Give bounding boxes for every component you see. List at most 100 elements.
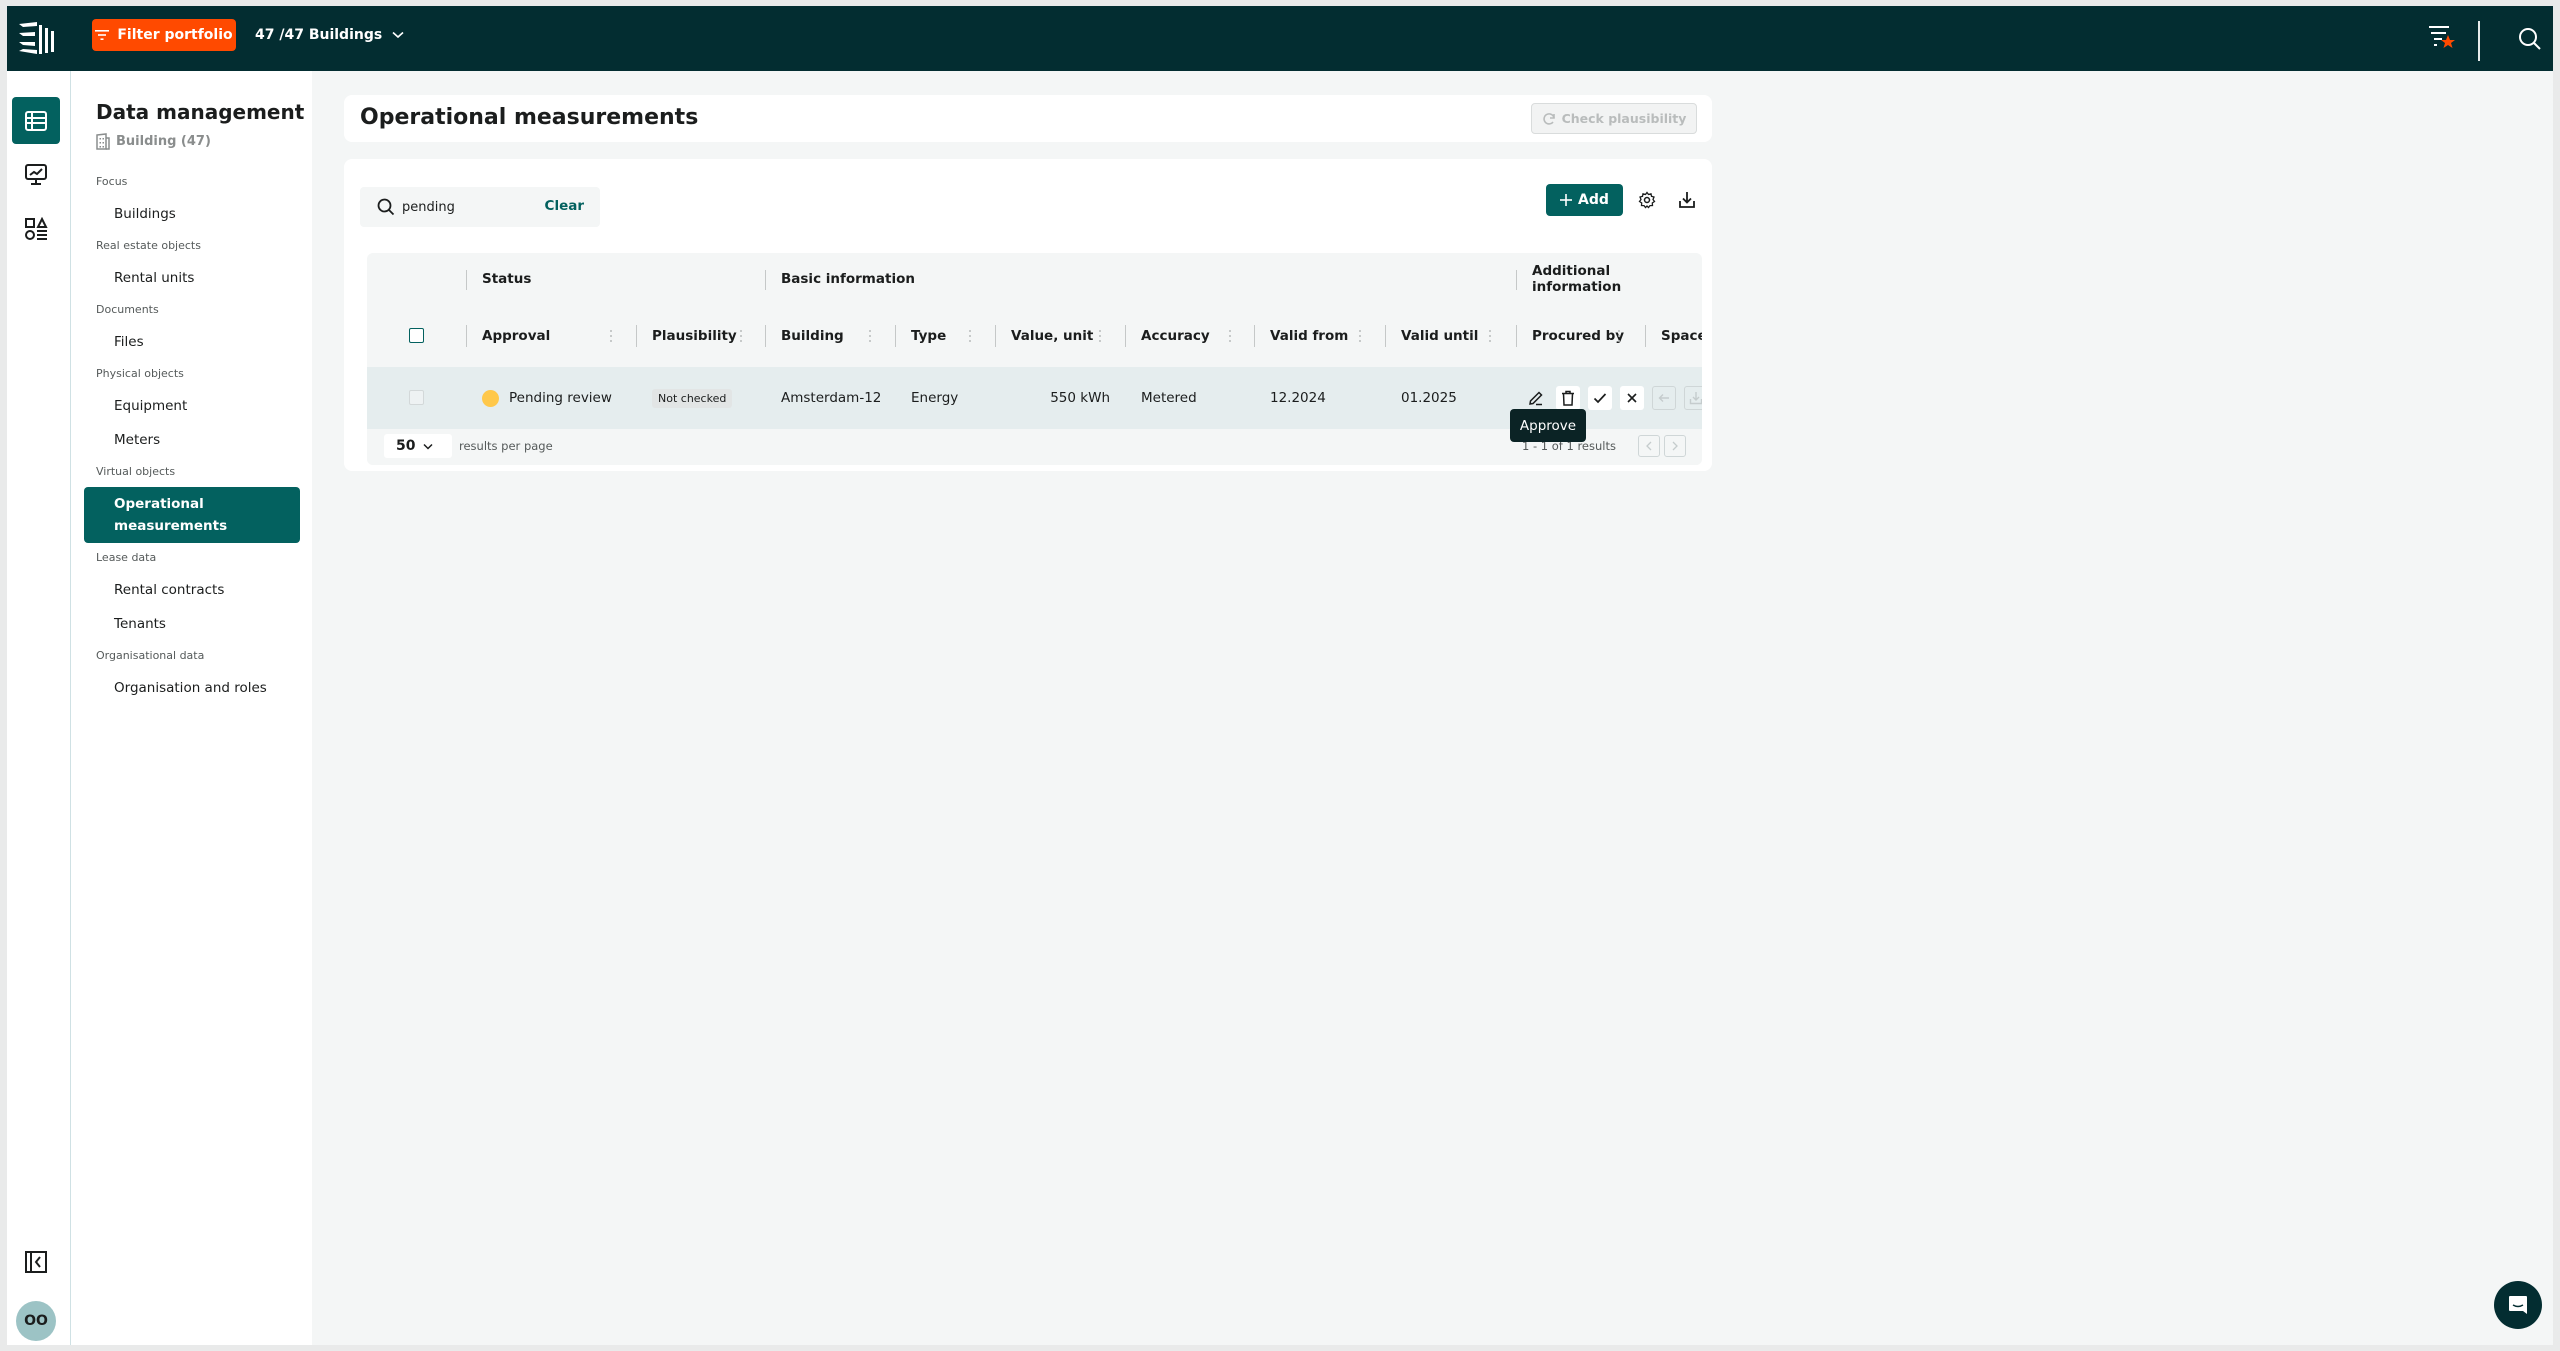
nav-item-files[interactable]: Files <box>84 331 300 353</box>
edit-icon <box>1529 391 1543 406</box>
chat-launcher-button[interactable] <box>2494 1281 2542 1329</box>
search-box: Clear <box>360 187 600 227</box>
rail-dashboard-button[interactable] <box>12 151 60 198</box>
building-count-label: Building (47) <box>116 134 211 149</box>
left-rail: OO <box>7 71 71 1345</box>
user-avatar[interactable]: OO <box>16 1301 56 1341</box>
column-menu-icon[interactable] <box>1488 330 1492 342</box>
search-input[interactable] <box>402 195 522 219</box>
chevron-down-icon <box>392 31 404 39</box>
filter-portfolio-button[interactable]: Filter portfolio <box>92 19 236 51</box>
table-row[interactable]: Pending review Not checked Amsterdam-12 … <box>367 367 1702 429</box>
filter-portfolio-label: Filter portfolio <box>117 27 233 43</box>
nav-group-physical-objects: Physical objects <box>96 367 184 380</box>
buildings-selector[interactable]: 47 /47 Buildings <box>255 19 404 51</box>
building-icon <box>96 133 110 150</box>
nav-group-focus: Focus <box>96 175 128 188</box>
pending-status-dot <box>482 389 499 407</box>
nav-group-real-estate-objects: Real estate objects <box>96 239 201 252</box>
row-checkbox[interactable] <box>409 390 424 405</box>
column-menu-icon[interactable] <box>1228 330 1232 342</box>
saved-filter-icon[interactable] <box>2427 22 2457 50</box>
approve-tooltip: Approve <box>1510 409 1586 442</box>
reject-icon <box>1627 393 1637 403</box>
rail-objects-button[interactable] <box>12 205 60 252</box>
column-header-valid-from[interactable]: Valid from <box>1255 305 1348 367</box>
cell-approval: Pending review <box>482 367 612 429</box>
search-icon[interactable] <box>2517 26 2543 52</box>
column-menu-icon[interactable] <box>1358 330 1362 342</box>
measurements-table: Status Basic information Additional info… <box>367 253 1702 465</box>
export-button[interactable] <box>1675 188 1699 212</box>
add-button[interactable]: Add <box>1546 184 1623 216</box>
next-page-button[interactable] <box>1664 435 1686 457</box>
nav-item-rental-contracts[interactable]: Rental contracts <box>84 579 300 601</box>
column-menu-icon[interactable] <box>609 330 613 342</box>
column-header-plausibility[interactable]: Plausibility <box>637 305 737 367</box>
table-settings-button[interactable] <box>1635 188 1659 212</box>
reject-button[interactable] <box>1620 386 1644 410</box>
company-logo-icon[interactable] <box>17 20 57 56</box>
results-per-page-label: results per page <box>459 439 553 453</box>
group-header-additional-information: Additional information <box>1532 263 1622 295</box>
plausibility-badge: Not checked <box>652 388 733 408</box>
delete-button[interactable] <box>1556 386 1580 410</box>
column-header-approval[interactable]: Approval <box>467 305 550 367</box>
approval-status: Pending review <box>509 390 612 406</box>
chat-icon <box>2509 1296 2527 1314</box>
select-all-checkbox[interactable] <box>409 328 424 343</box>
nav-item-buildings[interactable]: Buildings <box>84 203 300 225</box>
header-divider <box>2478 21 2480 61</box>
previous-page-button[interactable] <box>1638 435 1660 457</box>
nav-item-organisation-and-roles[interactable]: Organisation and roles <box>84 677 300 699</box>
nav-group-organisational-data: Organisational data <box>96 649 205 662</box>
refresh-icon <box>1542 112 1555 125</box>
column-header-value-unit[interactable]: Value, unit <box>996 305 1093 367</box>
search-icon <box>377 198 395 216</box>
column-header-valid-until[interactable]: Valid until <box>1386 305 1478 367</box>
row-download-button[interactable] <box>1684 386 1702 410</box>
sidebar-collapse-icon[interactable] <box>25 1251 47 1273</box>
secondary-nav: Data management Building (47) Focus Buil… <box>71 71 312 1345</box>
rail-data-management-button[interactable] <box>12 97 60 144</box>
clear-search-button[interactable]: Clear <box>545 198 584 214</box>
back-arrow-icon <box>1658 394 1669 402</box>
nav-item-meters[interactable]: Meters <box>84 429 300 451</box>
column-menu-icon[interactable] <box>739 330 743 342</box>
column-header-space[interactable]: Space <box>1646 305 1702 367</box>
nav-group-virtual-objects: Virtual objects <box>96 465 176 478</box>
edit-button[interactable] <box>1524 386 1548 410</box>
download-icon <box>1689 392 1702 405</box>
column-menu-icon[interactable] <box>968 330 972 342</box>
column-header-building[interactable]: Building <box>766 305 844 367</box>
plus-icon <box>1560 194 1573 206</box>
approve-icon <box>1593 393 1607 404</box>
nav-item-rental-units[interactable]: Rental units <box>84 267 300 289</box>
filter-icon <box>95 30 110 40</box>
column-header-type[interactable]: Type <box>896 305 946 367</box>
table-footer: 50 results per page 1 - 1 of 1 results <box>367 429 1702 465</box>
add-label: Add <box>1578 192 1609 208</box>
column-header-accuracy[interactable]: Accuracy <box>1126 305 1210 367</box>
column-menu-icon[interactable] <box>1098 330 1102 342</box>
cell-value-unit: 550 kWh <box>1050 390 1110 406</box>
top-bar: Filter portfolio 47 /47 Buildings <box>7 6 2553 71</box>
column-menu-icon[interactable] <box>868 330 872 342</box>
page-header-card: Operational measurements Check plausibil… <box>344 95 1712 142</box>
buildings-selector-label: 47 /47 Buildings <box>255 27 383 43</box>
table-card: Clear Add Status Basic informati <box>344 159 1712 471</box>
cell-type: Energy <box>911 390 959 406</box>
gear-icon <box>1638 191 1656 209</box>
check-plausibility-button[interactable]: Check plausibility <box>1531 103 1697 134</box>
nav-item-equipment[interactable]: Equipment <box>84 395 300 417</box>
table-icon <box>25 110 47 131</box>
nav-item-tenants[interactable]: Tenants <box>84 613 300 635</box>
chevron-left-icon <box>1646 441 1652 451</box>
shapes-icon <box>25 216 48 240</box>
results-per-page-select[interactable]: 50 <box>384 434 452 458</box>
approve-button[interactable] <box>1588 386 1612 410</box>
nav-item-operational-measurements[interactable]: Operational measurements <box>84 487 300 543</box>
column-header-procured-by[interactable]: Procured by <box>1517 305 1624 367</box>
column-menu-icon[interactable] <box>1617 330 1621 342</box>
revert-button[interactable] <box>1652 386 1676 410</box>
